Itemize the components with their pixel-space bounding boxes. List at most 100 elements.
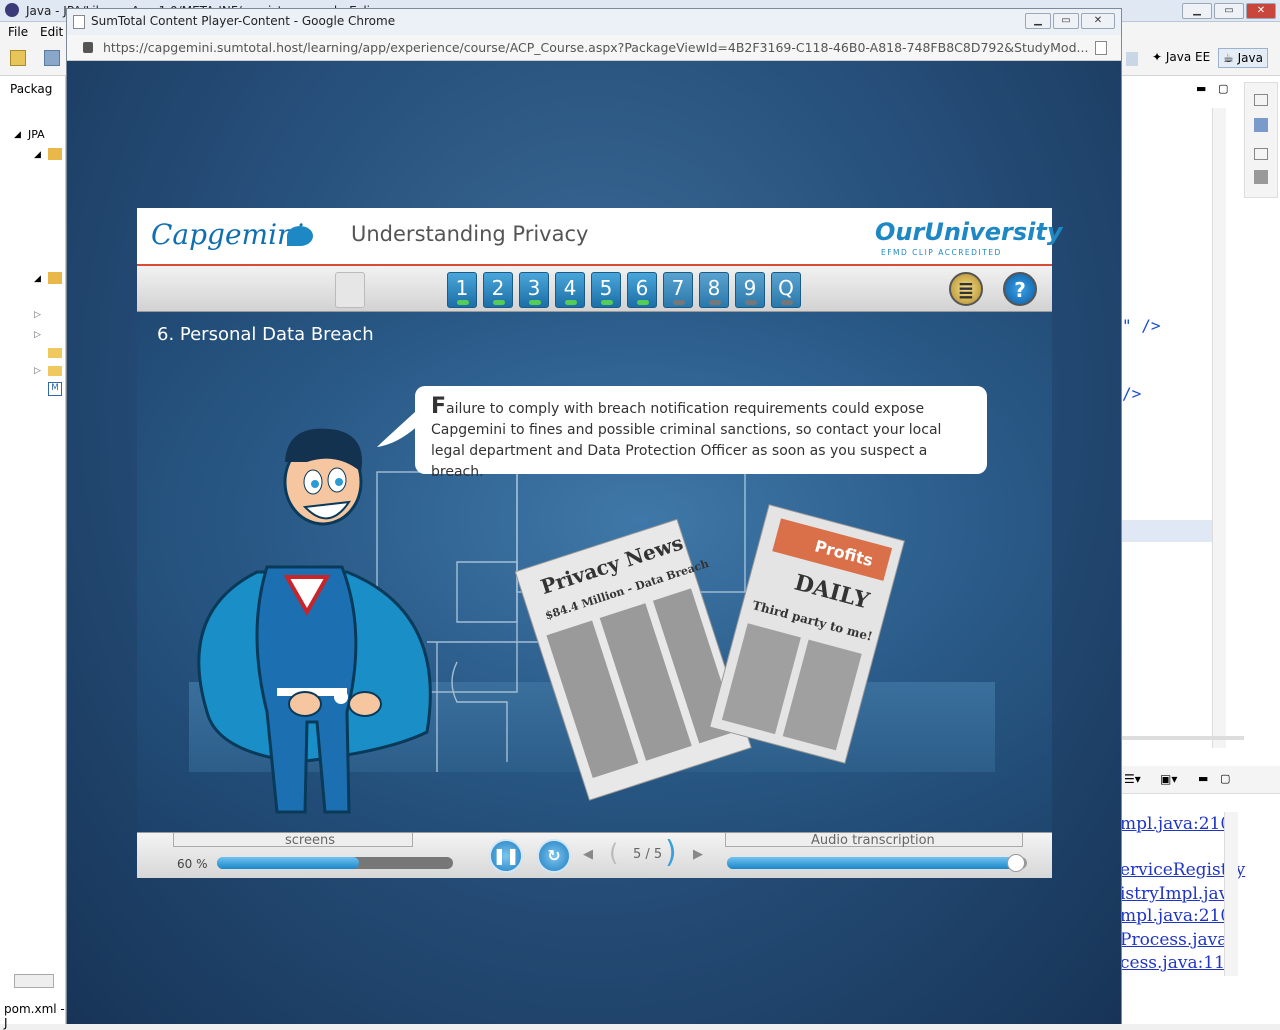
task-list-icon[interactable]: [1254, 170, 1268, 184]
tree-expand-icon[interactable]: ▷: [34, 330, 41, 340]
chrome-titlebar: SumTotal Content Player-Content - Google…: [67, 9, 1121, 35]
nav-item-7[interactable]: 7: [663, 272, 693, 308]
package-explorer-tab[interactable]: Packag: [10, 82, 52, 96]
editor-right-area: ▬ ▢ " /> /> ☰▾ ▣▾ ▬ ▢ mpl.java:210 ervic…: [1120, 76, 1280, 1024]
chrome-close-button[interactable]: ✕: [1081, 13, 1115, 29]
save-icon[interactable]: [44, 50, 60, 66]
tree-root[interactable]: JPA: [28, 128, 45, 141]
tree-collapse-icon[interactable]: ◢: [34, 150, 41, 160]
package-explorer: Packag ◢ JPA ◢ ◢ ▷ ▷ ▷ M pom.xml - J: [0, 76, 66, 1030]
nav-item-6[interactable]: 6: [627, 272, 657, 308]
nav-item-label: 8: [707, 276, 721, 300]
eclipse-icon: [5, 3, 19, 17]
bottom-tab[interactable]: pom.xml - J: [4, 1002, 65, 1030]
nav-item-8[interactable]: 8: [699, 272, 729, 308]
open-perspective-icon[interactable]: [1126, 52, 1138, 66]
package-icon: [48, 272, 62, 284]
tree-collapse-icon[interactable]: ◢: [34, 274, 41, 284]
slide-content: 6. Personal Data Breach Privacy News $84…: [137, 312, 1052, 832]
superhero-character: [197, 428, 432, 814]
nav-item-4[interactable]: 4: [555, 272, 585, 308]
url-text[interactable]: https://capgemini.sumtotal.host/learning…: [103, 40, 1088, 55]
nav-item-5[interactable]: 5: [591, 272, 621, 308]
nav-item-label: 5: [599, 276, 613, 300]
minimize-button[interactable]: ▁: [1182, 3, 1212, 19]
new-icon[interactable]: [10, 50, 26, 66]
nav-status-indicator: [457, 300, 469, 305]
chrome-minimize-button[interactable]: ▁: [1025, 13, 1051, 29]
page-counter: 5 / 5: [633, 847, 663, 862]
console-link[interactable]: cess.java:111: [1120, 953, 1236, 973]
maximize-view-icon[interactable]: ▢: [1220, 772, 1230, 785]
console-link[interactable]: mpl.java:210: [1120, 814, 1231, 834]
perspective-javaee[interactable]: ✦ Java EE: [1152, 50, 1210, 64]
perspective-javaee-label: Java EE: [1165, 50, 1211, 64]
tree-expand-icon[interactable]: ▷: [34, 366, 41, 376]
console-scrollbar[interactable]: [1224, 812, 1238, 976]
nav-item-2[interactable]: 2: [483, 272, 513, 308]
bracket-left-icon: (: [609, 839, 619, 867]
menu-edit[interactable]: Edit: [40, 25, 63, 39]
resources-icon[interactable]: ≣: [949, 272, 983, 306]
console-menu-icon[interactable]: ☰▾: [1124, 772, 1141, 786]
pause-button[interactable]: ❚❚: [489, 839, 523, 873]
nav-item-3[interactable]: 3: [519, 272, 549, 308]
chrome-title: SumTotal Content Player-Content - Google…: [91, 14, 396, 28]
nav-item-label: 3: [527, 276, 541, 300]
nav-item-label: 9: [743, 276, 757, 300]
folder-icon: [48, 348, 62, 358]
nav-status-indicator: [781, 300, 793, 305]
nav-item-label: Q: [778, 276, 794, 300]
progress-fill: [217, 857, 359, 869]
nav-item-label: 1: [455, 276, 469, 300]
editor-scrollbar[interactable]: [1212, 108, 1226, 748]
minimize-view-icon[interactable]: ▬: [1196, 82, 1206, 95]
nav-item-q[interactable]: Q: [771, 272, 801, 308]
nav-item-label: 6: [635, 276, 649, 300]
audio-slider-handle[interactable]: [1007, 854, 1025, 872]
next-icon[interactable]: ▶: [693, 847, 703, 862]
maximize-button[interactable]: ▭: [1214, 3, 1244, 19]
course-player: Capgemini Understanding Privacy OurUnive…: [137, 208, 1063, 878]
horizontal-scrollbar[interactable]: [14, 974, 54, 988]
minimize-view-icon[interactable]: ▬: [1198, 772, 1208, 785]
tree-collapse-icon[interactable]: ◢: [14, 130, 21, 140]
nav-status-indicator: [709, 300, 721, 305]
navigation-bar: 123456789Q ≣ ?: [137, 266, 1052, 312]
nav-status-indicator: [565, 300, 577, 305]
nav-item-9[interactable]: 9: [735, 272, 765, 308]
code-fragment: />: [1122, 384, 1142, 403]
console-link[interactable]: mpl.java:210: [1120, 906, 1231, 926]
blocked-popup-icon[interactable]: [1095, 41, 1107, 55]
console-link[interactable]: Process.java: [1120, 930, 1227, 950]
previous-icon[interactable]: ◀: [583, 847, 593, 862]
audio-fill: [727, 857, 1021, 869]
progress-label: 60 %: [177, 857, 208, 871]
perspective-java[interactable]: ☕ Java: [1218, 48, 1268, 68]
nav-item-1[interactable]: 1: [447, 272, 477, 308]
view-divider: [1120, 736, 1244, 740]
newspaper-daily: Profits DAILY Third party to me!: [709, 504, 905, 764]
bubble-text: ailure to comply with breach notificatio…: [431, 401, 942, 480]
replay-button[interactable]: ↻: [537, 839, 571, 873]
bracket-right-icon: ): [665, 835, 677, 870]
close-button[interactable]: ✕: [1246, 3, 1276, 19]
restore-icon[interactable]: [1254, 94, 1268, 106]
tree-expand-icon[interactable]: ▷: [34, 310, 41, 320]
nav-item-label: 2: [491, 276, 505, 300]
chrome-maximize-button[interactable]: ▭: [1053, 13, 1079, 29]
menu-list-icon[interactable]: [335, 272, 365, 308]
code-fragment: " />: [1122, 316, 1161, 335]
console-link[interactable]: istryImpl.jav: [1120, 884, 1228, 904]
bubble-first-letter: F: [431, 394, 447, 419]
nav-status-indicator: [529, 300, 541, 305]
restore-icon[interactable]: [1254, 148, 1268, 160]
menu-file[interactable]: File: [8, 25, 28, 39]
outline-icon[interactable]: [1254, 118, 1268, 132]
new-console-icon[interactable]: ▣▾: [1160, 772, 1177, 786]
audio-transcription-label: Audio transcription: [811, 833, 935, 848]
package-icon: [48, 148, 62, 160]
help-icon[interactable]: ?: [1003, 272, 1037, 306]
maximize-view-icon[interactable]: ▢: [1218, 82, 1228, 95]
screens-label: screens: [285, 833, 335, 848]
